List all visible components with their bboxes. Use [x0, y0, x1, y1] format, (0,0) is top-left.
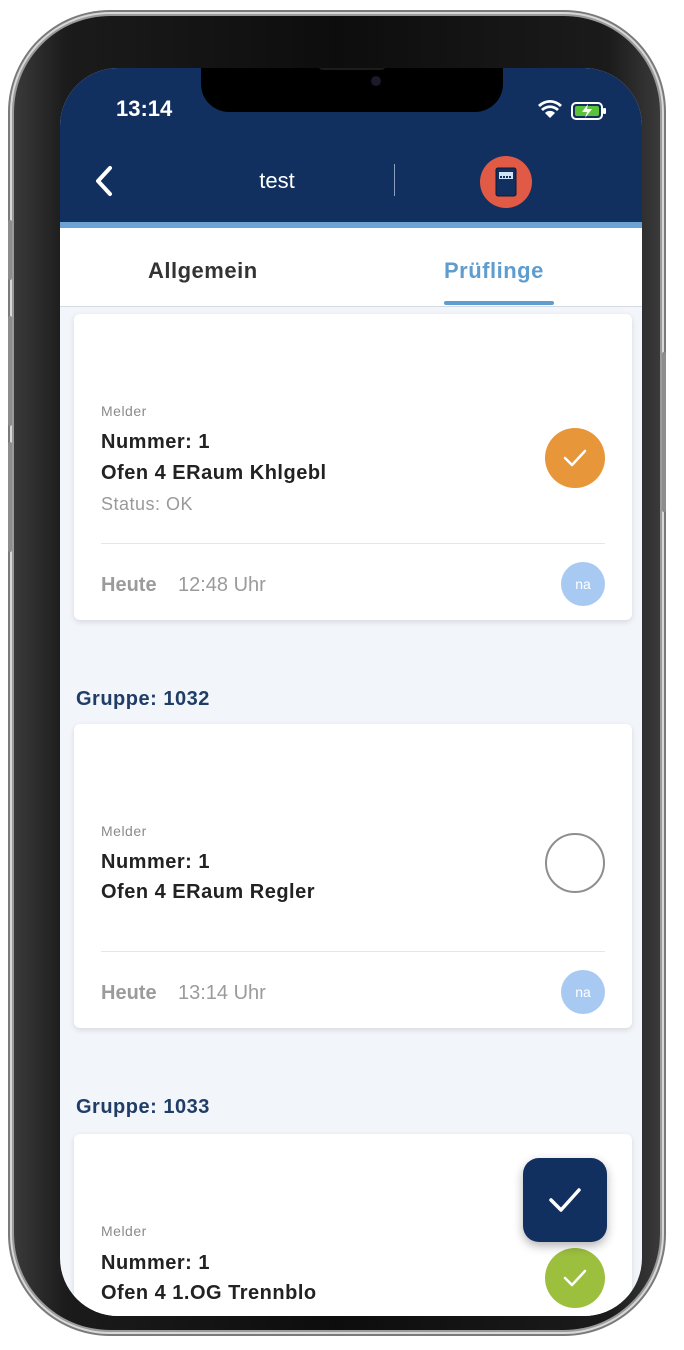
check-toggle[interactable]: [545, 428, 605, 488]
item-name: Ofen 4 ERaum Khlgebl: [101, 462, 327, 484]
item-time: 13:14 Uhr: [178, 982, 266, 1004]
group-header: Gruppe: 1033: [76, 1096, 210, 1118]
check-toggle[interactable]: [545, 833, 605, 893]
tab-prueflinge[interactable]: Prüflinge: [444, 258, 544, 284]
device-button[interactable]: [480, 156, 532, 208]
test-item-card[interactable]: Melder Nummer: 1 Ofen 4 ERaum Regler Heu…: [74, 724, 632, 1028]
volume-down-button: [8, 442, 12, 552]
item-type: Melder: [101, 1223, 147, 1239]
side-button: [8, 220, 12, 280]
check-icon: [549, 1188, 581, 1212]
item-number: Nummer: 1: [101, 851, 210, 873]
item-number: Nummer: 1: [101, 1252, 210, 1274]
group-header: Gruppe: 1032: [76, 688, 210, 710]
tab-bar: Allgemein Prüflinge: [60, 228, 642, 307]
item-time: 12:48 Uhr: [178, 574, 266, 596]
item-day: Heute: [101, 982, 157, 1004]
item-name: Ofen 4 1.OG Trennblo: [101, 1282, 317, 1304]
header-divider: [394, 164, 395, 196]
check-icon: [563, 449, 587, 467]
card-divider: [101, 951, 605, 952]
volume-up-button: [8, 316, 12, 426]
item-number: Nummer: 1: [101, 431, 210, 453]
user-badge: na: [561, 562, 605, 606]
status-time: 13:14: [116, 96, 173, 121]
item-type: Melder: [101, 403, 147, 419]
item-status: Status: OK: [101, 494, 194, 514]
speaker: [318, 68, 386, 70]
active-tab-indicator: [444, 301, 554, 305]
wifi-battery-icon: [538, 100, 606, 120]
card-divider: [101, 543, 605, 544]
power-button: [662, 352, 666, 512]
item-day: Heute: [101, 574, 157, 596]
item-type: Melder: [101, 823, 147, 839]
app-header: 13:14 test: [60, 68, 642, 222]
check-icon: [563, 1269, 587, 1287]
screen: 13:14 test Allgemein Prüflinge Melder Nu…: [60, 68, 642, 1316]
phone-frame: 13:14 test Allgemein Prüflinge Melder Nu…: [8, 16, 666, 1330]
tab-allgemein[interactable]: Allgemein: [148, 258, 258, 284]
camera: [371, 76, 381, 86]
device-icon: [495, 167, 517, 197]
page-title: test: [259, 168, 295, 193]
notch: [201, 68, 503, 112]
status-icons: [538, 98, 608, 127]
item-name: Ofen 4 ERaum Regler: [101, 881, 316, 903]
user-badge: na: [561, 970, 605, 1014]
test-item-card[interactable]: Melder Nummer: 1 Ofen 4 ERaum Khlgebl St…: [74, 314, 632, 620]
confirm-fab[interactable]: [523, 1158, 607, 1242]
check-toggle[interactable]: [545, 1248, 605, 1308]
